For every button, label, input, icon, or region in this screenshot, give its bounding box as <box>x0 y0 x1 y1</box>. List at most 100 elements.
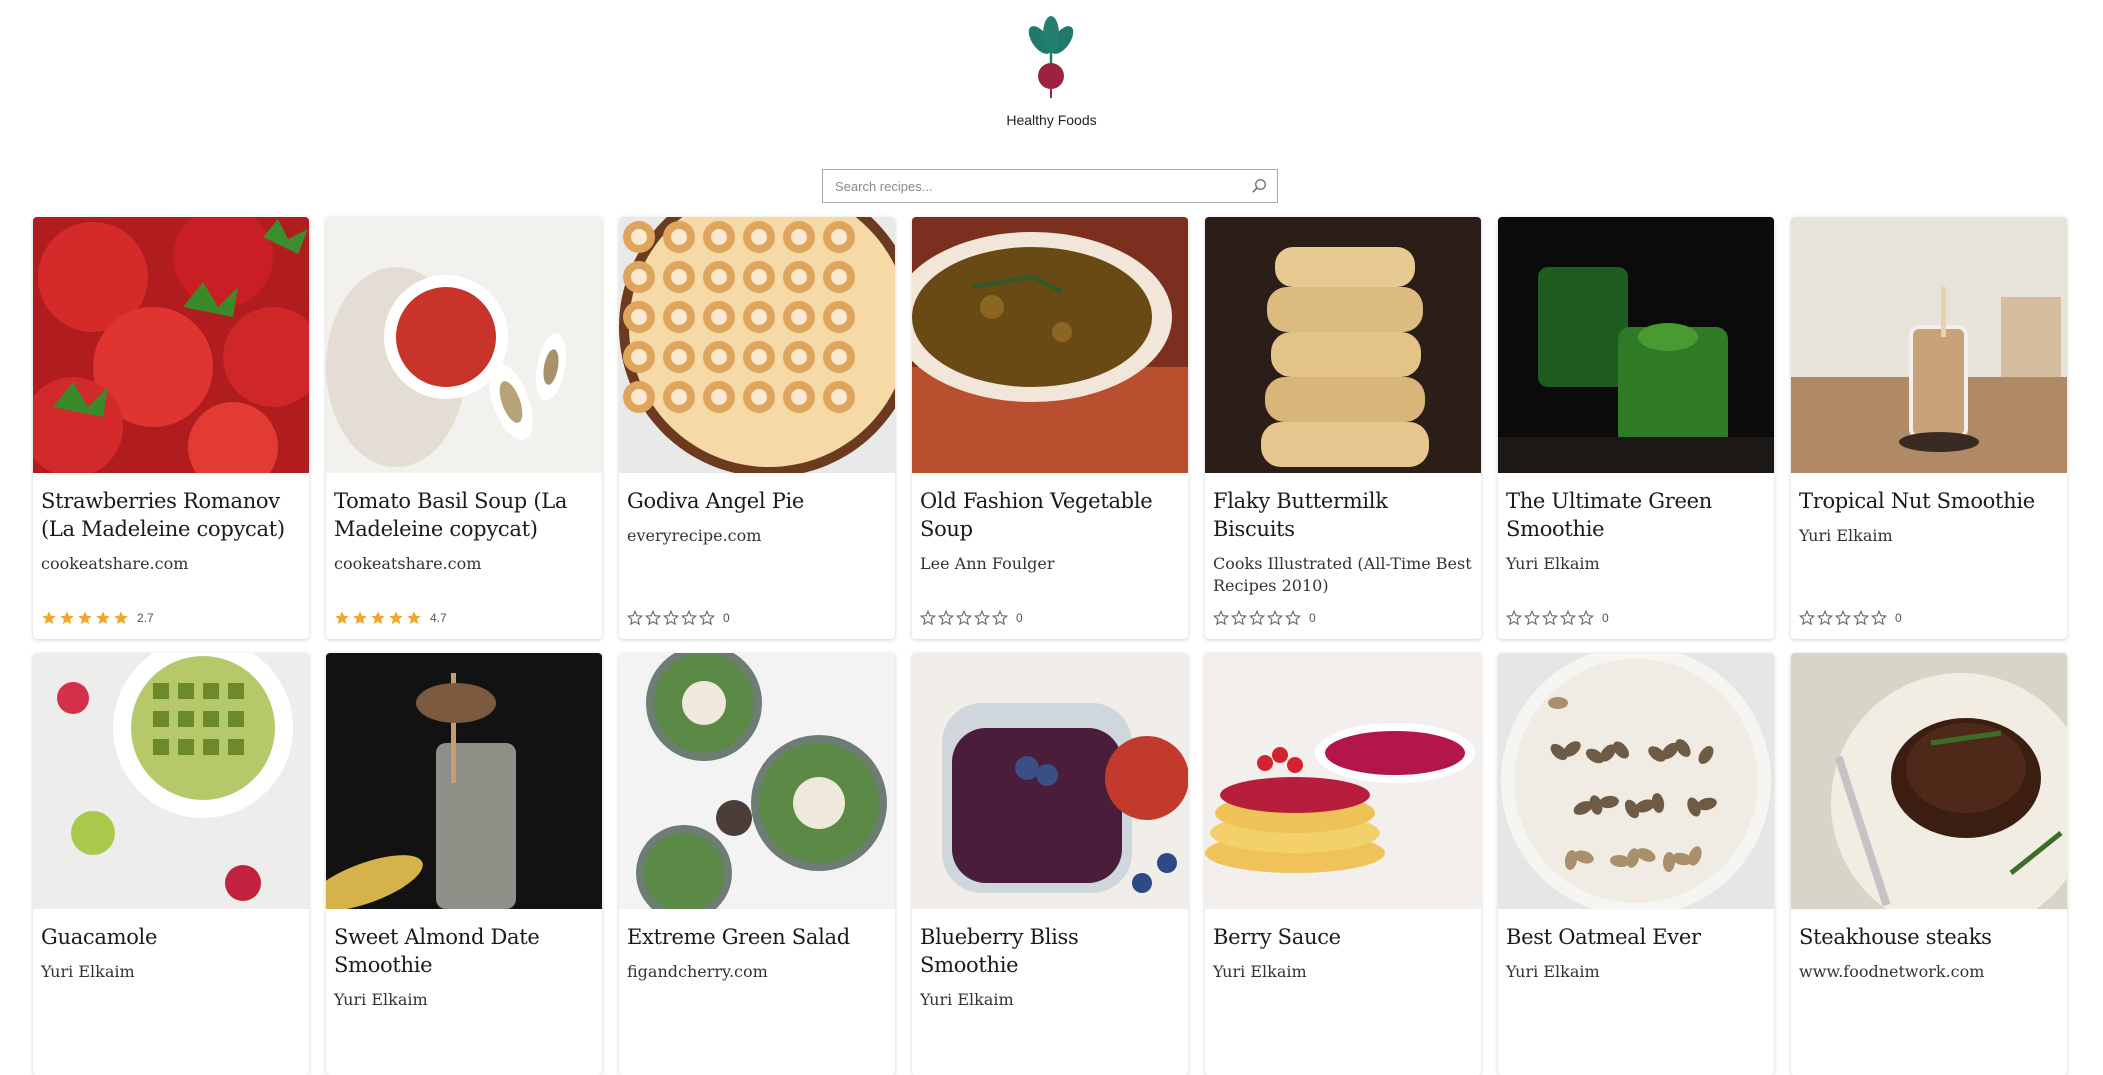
recipe-image[interactable] <box>1205 217 1481 473</box>
star-empty-icon <box>1267 610 1283 626</box>
star-empty-icon <box>1817 610 1833 626</box>
recipe-image[interactable] <box>912 217 1188 473</box>
recipe-card[interactable]: Sweet Almond Date Smoothie Yuri Elkaim <box>326 653 602 1075</box>
star-empty-icon <box>1285 610 1301 626</box>
recipe-card[interactable]: Best Oatmeal Ever Yuri Elkaim <box>1498 653 1774 1075</box>
star-filled-icon <box>42 611 56 625</box>
recipe-image[interactable] <box>619 217 895 473</box>
recipe-card[interactable]: Extreme Green Salad figandcherry.com <box>619 653 895 1075</box>
recipe-image[interactable] <box>1205 653 1481 909</box>
star-rating[interactable]: 2.7 <box>41 610 154 626</box>
recipe-title[interactable]: Steakhouse steaks <box>1799 923 2059 951</box>
search-input[interactable] <box>823 170 1245 202</box>
recipe-title[interactable]: Tomato Basil Soup (La Madeleine copycat) <box>334 487 594 543</box>
star-empty-icon <box>1542 610 1558 626</box>
star-empty-icon <box>645 610 661 626</box>
recipe-title[interactable]: Flaky Buttermilk Biscuits <box>1213 487 1473 543</box>
star-empty-icon <box>1578 610 1594 626</box>
star-empty-icon <box>956 610 972 626</box>
star-rating[interactable]: 4.7 <box>334 610 447 626</box>
recipe-image[interactable] <box>1498 217 1774 473</box>
star-filled-icon <box>353 611 367 625</box>
star-filled-icon <box>389 611 403 625</box>
recipe-title[interactable]: Extreme Green Salad <box>627 923 887 951</box>
star-empty-icon <box>663 610 679 626</box>
recipe-title[interactable]: The Ultimate Green Smoothie <box>1506 487 1766 543</box>
recipe-title[interactable]: Godiva Angel Pie <box>627 487 887 515</box>
site-title: Healthy Foods <box>1006 112 1097 128</box>
recipe-card[interactable]: The Ultimate Green Smoothie Yuri Elkaim 0 <box>1498 217 1774 639</box>
recipe-title[interactable]: Guacamole <box>41 923 301 951</box>
star-empty-icon <box>1231 610 1247 626</box>
recipe-card[interactable]: Berry Sauce Yuri Elkaim <box>1205 653 1481 1075</box>
recipe-card[interactable]: Steakhouse steaks www.foodnetwork.com <box>1791 653 2067 1075</box>
star-empty-icon <box>699 610 715 626</box>
recipe-image[interactable] <box>1791 217 2067 473</box>
rating-count: 0 <box>1016 611 1023 625</box>
star-filled-icon <box>60 611 74 625</box>
star-filled-icon <box>407 611 421 625</box>
recipe-source: Cooks Illustrated (All-Time Best Recipes… <box>1213 554 1472 595</box>
recipe-card[interactable]: Strawberries Romanov (La Madeleine copyc… <box>33 217 309 639</box>
star-rating[interactable]: 0 <box>1506 610 1609 626</box>
recipe-grid: Strawberries Romanov (La Madeleine copyc… <box>33 217 2067 1075</box>
recipe-image[interactable] <box>33 653 309 909</box>
recipe-image[interactable] <box>326 217 602 473</box>
recipe-card[interactable]: Godiva Angel Pie everyrecipe.com 0 <box>619 217 895 639</box>
star-filled-icon <box>78 611 92 625</box>
beet-logo-icon[interactable] <box>1021 14 1081 100</box>
recipe-card[interactable]: Flaky Buttermilk Biscuits Cooks Illustrat… <box>1205 217 1481 639</box>
recipe-card[interactable]: Tropical Nut Smoothie Yuri Elkaim 0 <box>1791 217 2067 639</box>
recipe-source: Yuri Elkaim <box>1506 554 1600 573</box>
recipe-source: Yuri Elkaim <box>1506 962 1600 981</box>
recipe-image[interactable] <box>326 653 602 909</box>
recipe-source: cookeatshare.com <box>41 554 189 573</box>
rating-count: 0 <box>1309 611 1316 625</box>
star-empty-icon <box>1871 610 1887 626</box>
star-empty-icon <box>1853 610 1869 626</box>
star-empty-icon <box>1524 610 1540 626</box>
recipe-image[interactable] <box>1498 653 1774 909</box>
star-empty-icon <box>1835 610 1851 626</box>
recipe-source: Yuri Elkaim <box>920 990 1014 1009</box>
recipe-source: Lee Ann Foulger <box>920 554 1055 573</box>
recipe-title[interactable]: Blueberry Bliss Smoothie <box>920 923 1180 979</box>
recipe-source: Yuri Elkaim <box>1213 962 1307 981</box>
recipe-card[interactable]: Old Fashion Vegetable Soup Lee Ann Foulge… <box>912 217 1188 639</box>
star-empty-icon <box>992 610 1008 626</box>
recipe-image[interactable] <box>1791 653 2067 909</box>
search-icon[interactable] <box>1245 172 1273 200</box>
star-empty-icon <box>1799 610 1815 626</box>
star-empty-icon <box>1560 610 1576 626</box>
rating-count: 0 <box>1895 611 1902 625</box>
recipe-source: figandcherry.com <box>627 962 768 981</box>
recipe-image[interactable] <box>619 653 895 909</box>
recipe-card[interactable]: Tomato Basil Soup (La Madeleine copycat)… <box>326 217 602 639</box>
recipe-source: Yuri Elkaim <box>1799 526 1893 545</box>
star-rating[interactable]: 0 <box>920 610 1023 626</box>
recipe-title[interactable]: Sweet Almond Date Smoothie <box>334 923 594 979</box>
recipe-title[interactable]: Tropical Nut Smoothie <box>1799 487 2059 515</box>
recipe-card[interactable]: Blueberry Bliss Smoothie Yuri Elkaim <box>912 653 1188 1075</box>
rating-count: 0 <box>1602 611 1609 625</box>
rating-count: 4.7 <box>430 611 447 625</box>
star-empty-icon <box>920 610 936 626</box>
recipe-card[interactable]: Guacamole Yuri Elkaim <box>33 653 309 1075</box>
recipe-title[interactable]: Strawberries Romanov (La Madeleine copyc… <box>41 487 301 543</box>
star-rating[interactable]: 0 <box>627 610 730 626</box>
recipe-source: Yuri Elkaim <box>334 990 428 1009</box>
recipe-source: Yuri Elkaim <box>41 962 135 981</box>
star-rating[interactable]: 0 <box>1799 610 1902 626</box>
star-filled-icon <box>371 611 385 625</box>
rating-count: 2.7 <box>137 611 154 625</box>
recipe-source: everyrecipe.com <box>627 526 762 545</box>
star-rating[interactable]: 0 <box>1213 610 1316 626</box>
recipe-title[interactable]: Old Fashion Vegetable Soup <box>920 487 1180 543</box>
recipe-source: www.foodnetwork.com <box>1799 962 1985 981</box>
star-empty-icon <box>1213 610 1229 626</box>
recipe-image[interactable] <box>33 217 309 473</box>
recipe-title[interactable]: Best Oatmeal Ever <box>1506 923 1766 951</box>
recipe-image[interactable] <box>912 653 1188 909</box>
star-filled-icon <box>96 611 110 625</box>
recipe-title[interactable]: Berry Sauce <box>1213 923 1473 951</box>
